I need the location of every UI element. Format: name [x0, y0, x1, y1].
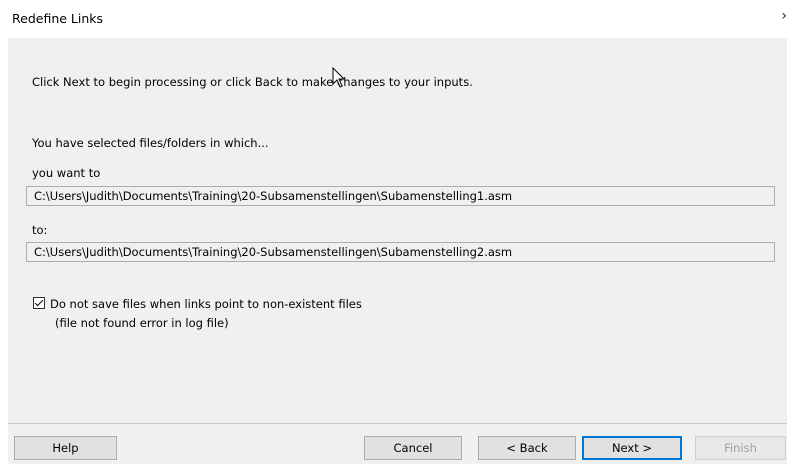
selected-intro-text: You have selected files/folders in which…: [32, 136, 269, 150]
next-button[interactable]: Next >: [582, 436, 682, 460]
back-button[interactable]: < Back: [478, 436, 576, 460]
to-path-field[interactable]: C:\Users\Judith\Documents\Training\20-Su…: [26, 242, 775, 262]
window-title: Redefine Links: [12, 11, 104, 26]
title-bar: Redefine Links ›: [0, 0, 787, 38]
content-panel: [8, 38, 787, 423]
instruction-text: Click Next to begin processing or click …: [32, 75, 473, 89]
help-button[interactable]: Help: [14, 436, 117, 460]
from-path-field[interactable]: C:\Users\Judith\Documents\Training\20-Su…: [26, 186, 775, 206]
cancel-button[interactable]: Cancel: [364, 436, 462, 460]
mouse-pointer-icon: [332, 67, 346, 88]
no-save-checkbox[interactable]: [33, 297, 45, 309]
checkbox-label[interactable]: Do not save files when links point to no…: [50, 297, 362, 311]
checkbox-subtext: (file not found error in log file): [55, 316, 229, 330]
close-icon[interactable]: ›: [781, 8, 787, 24]
finish-button: Finish: [695, 436, 786, 460]
to-label: to:: [32, 223, 48, 237]
want-label: you want to: [32, 166, 101, 180]
